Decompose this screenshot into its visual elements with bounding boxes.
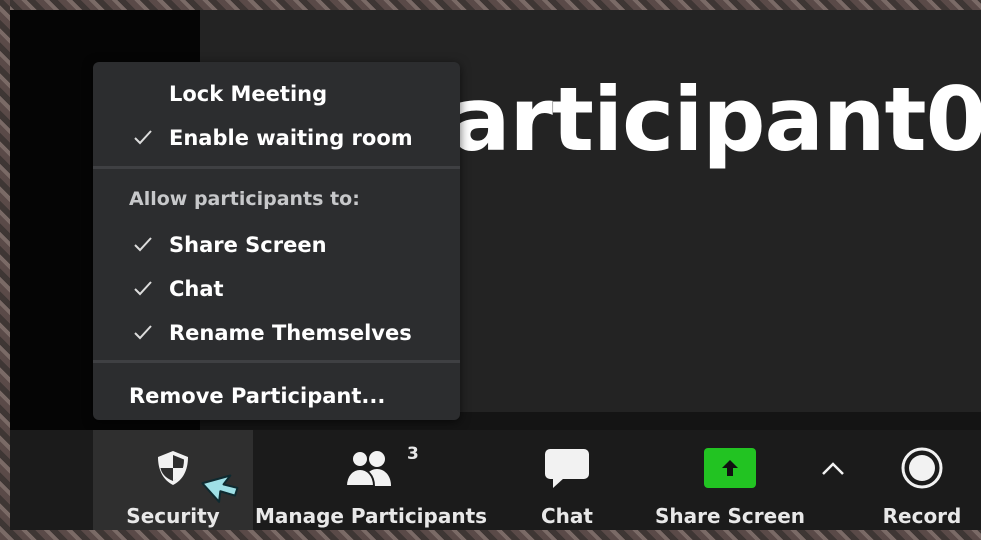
menu-item-share-screen[interactable]: Share Screen: [93, 225, 460, 265]
mouse-cursor-icon: [201, 474, 239, 503]
chat-bubble-icon: [545, 449, 589, 488]
share-options-button[interactable]: [810, 430, 856, 530]
chat-label: Chat: [541, 504, 593, 528]
background-border-top: [0, 0, 981, 10]
share-screen-button[interactable]: Share Screen: [655, 430, 805, 530]
menu-item-label: Enable waiting room: [169, 126, 413, 150]
menu-separator: [93, 360, 460, 363]
people-icon: [344, 450, 391, 487]
manage-participants-button[interactable]: 3 Manage Participants: [255, 430, 487, 530]
checkmark-icon: [134, 130, 152, 145]
menu-item-enable-waiting-room[interactable]: Enable waiting room: [93, 118, 460, 158]
checkmark-icon: [134, 325, 152, 340]
participant-name-label: Participant0: [390, 68, 981, 171]
chat-button[interactable]: Chat: [527, 430, 607, 530]
menu-item-label: Lock Meeting: [169, 82, 328, 106]
record-label: Record: [882, 504, 962, 528]
shield-icon: [158, 451, 188, 485]
share-arrow-icon: [722, 460, 738, 476]
checkmark-icon: [134, 281, 152, 296]
share-screen-label: Share Screen: [654, 504, 806, 528]
background-border-bottom: [0, 530, 981, 540]
record-button[interactable]: Record: [880, 430, 964, 530]
menu-item-remove-participant[interactable]: Remove Participant...: [93, 376, 460, 416]
background-border-left: [0, 0, 10, 540]
manage-participants-label: Manage Participants: [254, 504, 488, 528]
share-screen-tile: [704, 448, 756, 488]
security-menu: Lock Meeting Enable waiting room Allow p…: [93, 62, 460, 420]
menu-item-chat[interactable]: Chat: [93, 269, 460, 309]
caret-up-icon: [822, 462, 844, 475]
meeting-toolbar: Security 3 Manage Participants Chat Shar…: [10, 430, 981, 530]
menu-item-lock-meeting[interactable]: Lock Meeting: [93, 74, 460, 114]
checkmark-icon: [134, 237, 152, 252]
menu-item-label: Chat: [169, 277, 224, 301]
record-icon: [901, 447, 943, 489]
menu-item-rename-themselves[interactable]: Rename Themselves: [93, 313, 460, 353]
menu-item-label: Share Screen: [169, 233, 327, 257]
menu-separator: [93, 166, 460, 169]
participant-count-badge: 3: [407, 444, 419, 464]
menu-item-label: Remove Participant...: [129, 384, 386, 408]
allow-participants-heading: Allow participants to:: [129, 188, 360, 210]
menu-item-label: Rename Themselves: [169, 321, 412, 345]
